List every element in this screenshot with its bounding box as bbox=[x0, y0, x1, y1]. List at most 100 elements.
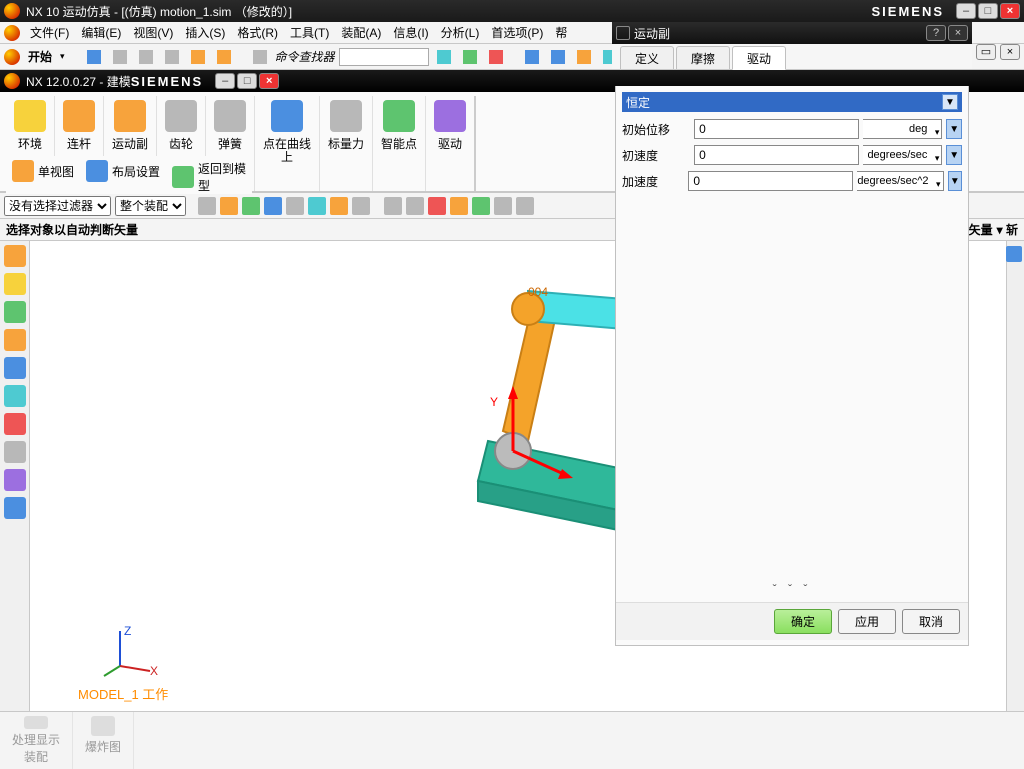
row-initial-velocity: 初速度 degrees/sec ▼ bbox=[622, 144, 962, 166]
tb-icon-1[interactable] bbox=[433, 46, 455, 68]
ribbon-smart-point[interactable]: 智能点 bbox=[373, 96, 426, 191]
drive-type-combo[interactable]: 恒定 ▼ bbox=[622, 92, 962, 112]
sel-icon-6[interactable] bbox=[308, 197, 326, 215]
outer-title-text: NX 10 运动仿真 - [(仿真) motion_1.sim （修改的）] bbox=[26, 3, 292, 20]
expr-button-3[interactable]: ▼ bbox=[948, 171, 962, 191]
tab-display-assembly[interactable]: 处理显示 装配 bbox=[0, 712, 73, 769]
menu-insert[interactable]: 插入(S) bbox=[179, 24, 231, 41]
gear-icon[interactable] bbox=[616, 26, 630, 40]
tab-define[interactable]: 定义 bbox=[620, 46, 674, 69]
sel-icon-10[interactable] bbox=[406, 197, 424, 215]
chevron-down-icon[interactable]: ▼ bbox=[942, 94, 958, 110]
inner-minimize-button[interactable]: – bbox=[215, 73, 235, 89]
menu-info[interactable]: 信息(I) bbox=[387, 24, 434, 41]
assembly-scope-combo[interactable]: 整个装配 bbox=[115, 196, 186, 216]
initial-displacement-input[interactable] bbox=[694, 119, 859, 139]
menu-analysis[interactable]: 分析(L) bbox=[435, 24, 486, 41]
panel-title-bar[interactable]: 运动副 ? × bbox=[612, 22, 972, 44]
resource-tab-4[interactable] bbox=[4, 329, 26, 351]
paste-icon[interactable] bbox=[161, 46, 183, 68]
command-finder-input[interactable] bbox=[339, 48, 429, 66]
resource-tab-5[interactable] bbox=[4, 357, 26, 379]
menu-assembly[interactable]: 装配(A) bbox=[335, 24, 387, 41]
nx-logo-icon bbox=[4, 3, 20, 19]
panel-help-button[interactable]: ? bbox=[926, 25, 946, 41]
expr-button-1[interactable]: ▼ bbox=[946, 119, 962, 139]
initial-velocity-unit[interactable]: degrees/sec bbox=[863, 145, 942, 165]
resource-tab-10[interactable] bbox=[4, 497, 26, 519]
sel-icon-9[interactable] bbox=[384, 197, 402, 215]
resource-tab-1[interactable] bbox=[4, 245, 26, 267]
undo-icon[interactable] bbox=[187, 46, 209, 68]
cancel-button[interactable]: 取消 bbox=[902, 609, 960, 634]
sel-icon-7[interactable] bbox=[330, 197, 348, 215]
expr-button-2[interactable]: ▼ bbox=[946, 145, 962, 165]
sel-icon-13[interactable] bbox=[472, 197, 490, 215]
sel-icon-4[interactable] bbox=[264, 197, 282, 215]
sel-icon-2[interactable] bbox=[220, 197, 238, 215]
sel-icon-5[interactable] bbox=[286, 197, 304, 215]
resource-tab-9[interactable] bbox=[4, 469, 26, 491]
tb-icon-2[interactable] bbox=[459, 46, 481, 68]
menu-edit[interactable]: 编辑(E) bbox=[75, 24, 127, 41]
resource-tab-7[interactable] bbox=[4, 413, 26, 435]
outer-maximize-button[interactable]: □ bbox=[978, 3, 998, 19]
start-menu-button[interactable]: 开始 bbox=[24, 48, 56, 65]
ribbon-single-view[interactable]: 单视图 bbox=[12, 160, 74, 182]
inner-maximize-button[interactable]: □ bbox=[237, 73, 257, 89]
menu-file[interactable]: 文件(F) bbox=[24, 24, 75, 41]
tb-icon-6[interactable] bbox=[573, 46, 595, 68]
apply-button[interactable]: 应用 bbox=[838, 609, 896, 634]
acceleration-unit[interactable]: degrees/sec^2 bbox=[857, 171, 943, 191]
panel-title: 运动副 bbox=[634, 25, 670, 42]
ribbon-return-to-model[interactable]: 返回到模 型 bbox=[172, 160, 246, 194]
sel-icon-15[interactable] bbox=[516, 197, 534, 215]
panel-expand-chevrons[interactable]: ˇ ˇ ˇ bbox=[616, 576, 968, 602]
save-icon[interactable] bbox=[83, 46, 105, 68]
sel-icon-11[interactable] bbox=[428, 197, 446, 215]
tab-exploded-view[interactable]: 爆炸图 bbox=[73, 712, 134, 769]
sel-icon-14[interactable] bbox=[494, 197, 512, 215]
resource-tab-8[interactable] bbox=[4, 441, 26, 463]
right-gutter-icon[interactable] bbox=[1006, 246, 1022, 262]
cut-icon[interactable] bbox=[109, 46, 131, 68]
mdi-restore-button[interactable]: ▭ bbox=[976, 44, 996, 60]
selection-filter-combo[interactable]: 没有选择过滤器 bbox=[4, 196, 111, 216]
initial-displacement-unit[interactable]: deg bbox=[863, 119, 942, 139]
glasses-icon[interactable] bbox=[249, 46, 271, 68]
ribbon-drive[interactable]: 驱动 bbox=[426, 96, 476, 191]
tab-friction[interactable]: 摩擦 bbox=[676, 46, 730, 69]
tab-drive[interactable]: 驱动 bbox=[732, 46, 786, 70]
tb-icon-4[interactable] bbox=[521, 46, 543, 68]
sel-icon-1[interactable] bbox=[198, 197, 216, 215]
sel-icon-12[interactable] bbox=[450, 197, 468, 215]
resource-tab-2[interactable] bbox=[4, 273, 26, 295]
tb-icon-5[interactable] bbox=[547, 46, 569, 68]
mdi-close-button[interactable]: × bbox=[1000, 44, 1020, 60]
inner-title-text: NX 12.0.0.27 - 建模 bbox=[26, 73, 131, 90]
menu-help[interactable]: 帮 bbox=[549, 24, 573, 41]
sel-icon-8[interactable] bbox=[352, 197, 370, 215]
menu-view[interactable]: 视图(V) bbox=[127, 24, 179, 41]
outer-close-button[interactable]: × bbox=[1000, 3, 1020, 19]
ribbon-scalar-force[interactable]: 标量力 bbox=[320, 96, 373, 191]
acceleration-input[interactable] bbox=[688, 171, 853, 191]
outer-minimize-button[interactable]: – bbox=[956, 3, 976, 19]
menu-tools[interactable]: 工具(T) bbox=[284, 24, 335, 41]
nx-logo-icon bbox=[4, 49, 20, 65]
ribbon-point-on-curve[interactable]: 点在曲线 上 bbox=[255, 96, 320, 191]
initial-velocity-input[interactable] bbox=[694, 145, 859, 165]
redo-icon[interactable] bbox=[213, 46, 235, 68]
tb-icon-3[interactable] bbox=[485, 46, 507, 68]
menu-format[interactable]: 格式(R) bbox=[231, 24, 284, 41]
ok-button[interactable]: 确定 bbox=[774, 609, 832, 634]
copy-icon[interactable] bbox=[135, 46, 157, 68]
resource-tab-3[interactable] bbox=[4, 301, 26, 323]
resource-tab-6[interactable] bbox=[4, 385, 26, 407]
nx-logo-icon bbox=[4, 25, 20, 41]
inner-close-button[interactable]: × bbox=[259, 73, 279, 89]
ribbon-layout-settings[interactable]: 布局设置 bbox=[86, 160, 160, 182]
sel-icon-3[interactable] bbox=[242, 197, 260, 215]
menu-prefs[interactable]: 首选项(P) bbox=[485, 24, 549, 41]
panel-close-button[interactable]: × bbox=[948, 25, 968, 41]
